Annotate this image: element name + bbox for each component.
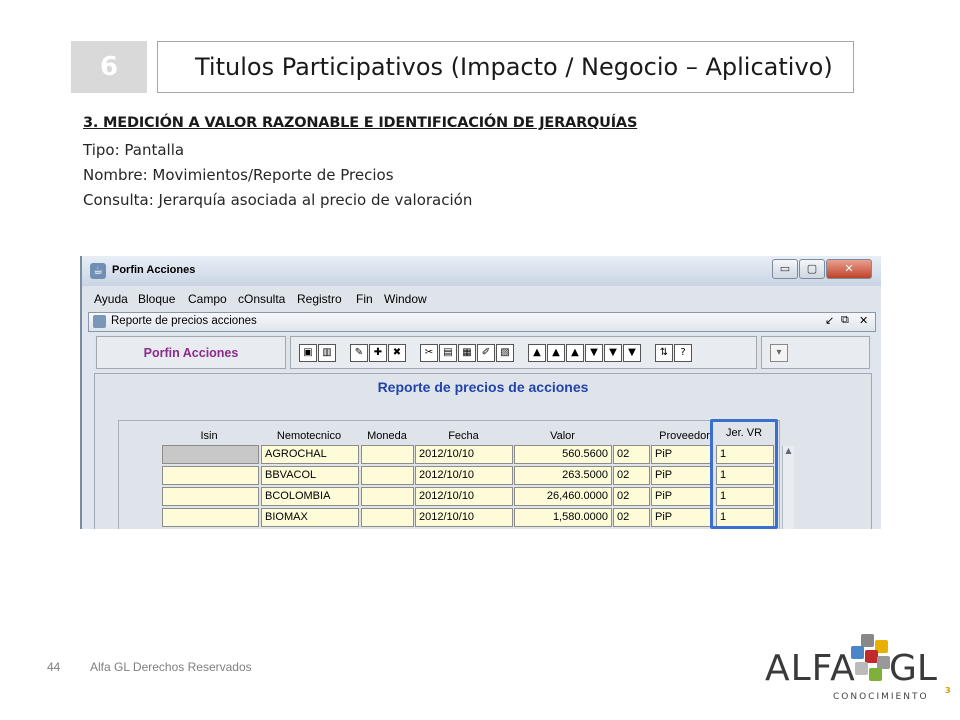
- menu-bar: Ayuda Bloque Campo cOnsulta Registro Fin…: [82, 286, 881, 312]
- cell-nemotecnico[interactable]: BIOMAX: [261, 508, 359, 527]
- cell-moneda[interactable]: [361, 466, 414, 485]
- info-nombre: Nombre: Movimientos/Reporte de Precios: [83, 166, 394, 184]
- copy-icon[interactable]: ▤: [439, 344, 457, 362]
- child-minimize-button[interactable]: ↙: [825, 314, 834, 327]
- cell-proveedor-code[interactable]: 02: [613, 487, 650, 506]
- app-window: ☕ Porfin Acciones ▭ ▢ ✕ Ayuda Bloque Cam…: [80, 256, 881, 529]
- logo-cube-icon: [849, 632, 891, 690]
- cell-isin[interactable]: [162, 508, 259, 527]
- cell-proveedor-name[interactable]: PiP: [651, 466, 713, 485]
- col-header-fecha: Fecha: [448, 430, 479, 442]
- col-header-jer-vr: Jer. VR: [725, 427, 763, 439]
- right-panel: ▾: [761, 336, 870, 369]
- jerarquia-highlight: Jer. VR: [710, 419, 778, 529]
- col-header-isin: Isin: [200, 430, 218, 442]
- next-block-icon[interactable]: ▼: [604, 344, 622, 362]
- page-number: 44: [47, 660, 61, 674]
- cell-nemotecnico[interactable]: AGROCHAL: [261, 445, 359, 464]
- menu-consulta[interactable]: cOnsulta: [238, 292, 285, 306]
- slide-number: 6: [71, 41, 147, 93]
- logo-conocimiento: CONOCIMIENTO: [833, 692, 929, 702]
- exit-icon[interactable]: ▥: [318, 344, 336, 362]
- toolbar-row: Porfin Acciones ▣ ▥ ✎ ✚ ✖ ✂ ▤ ▦ ✐ ▧ ▲ ▲ ▲ ▼ ▼ ▼ ⇅? ▾: [94, 335, 872, 371]
- cell-nemotecnico[interactable]: BCOLOMBIA: [261, 487, 359, 506]
- logo-gl: GL: [889, 648, 937, 689]
- cell-moneda[interactable]: [361, 445, 414, 464]
- toolbar: ▣ ▥ ✎ ✚ ✖ ✂ ▤ ▦ ✐ ▧ ▲ ▲ ▲ ▼ ▼ ▼ ⇅?: [290, 336, 757, 369]
- child-close-button[interactable]: ✕: [859, 314, 868, 327]
- menu-ayuda[interactable]: Ayuda: [94, 292, 128, 306]
- window-titlebar: ☕ Porfin Acciones ▭ ▢ ✕: [82, 256, 881, 286]
- app-label: Porfin Acciones: [96, 336, 286, 369]
- logo-superscript: 3: [945, 686, 951, 695]
- cell-proveedor-code[interactable]: 02: [613, 508, 650, 527]
- paste-icon[interactable]: ▦: [458, 344, 476, 362]
- java-app-icon: ☕: [90, 263, 106, 279]
- help-icon[interactable]: ?: [674, 344, 692, 362]
- cell-proveedor-code[interactable]: 02: [613, 466, 650, 485]
- form-icon: [93, 315, 106, 328]
- child-window-titlebar: Reporte de precios acciones ↙ ⧉ ✕: [88, 312, 876, 332]
- section-heading: 3. MEDICIÓN A VALOR RAZONABLE E IDENTIFI…: [83, 115, 638, 131]
- col-header-nemotecnico: Nemotecnico: [276, 430, 342, 442]
- cell-fecha[interactable]: 2012/10/10: [415, 445, 513, 464]
- close-button[interactable]: ✕: [826, 259, 872, 279]
- slide-title: Titulos Participativos (Impacto / Negoci…: [195, 53, 833, 81]
- cell-isin[interactable]: [162, 487, 259, 506]
- alfa-gl-logo: ALFA GL CONOCIMIENTO 3: [765, 632, 955, 712]
- cell-proveedor-name[interactable]: PiP: [651, 445, 713, 464]
- menu-window[interactable]: Window: [384, 292, 427, 306]
- menu-registro[interactable]: Registro: [297, 292, 342, 306]
- logo-alfa: ALFA: [765, 648, 856, 689]
- cell-proveedor-code[interactable]: 02: [613, 445, 650, 464]
- prev-block-icon[interactable]: ▲: [547, 344, 565, 362]
- add-icon[interactable]: ✚: [369, 344, 387, 362]
- info-consulta: Consulta: Jerarquía asociada al precio d…: [83, 191, 473, 209]
- print-icon[interactable]: ▧: [496, 344, 514, 362]
- dropdown-icon[interactable]: ▾: [770, 344, 788, 362]
- menu-bloque[interactable]: Bloque: [138, 292, 175, 306]
- cell-nemotecnico[interactable]: BBVACOL: [261, 466, 359, 485]
- refresh-icon[interactable]: ⇅: [655, 344, 673, 362]
- child-window-title: Reporte de precios acciones: [111, 315, 257, 327]
- col-header-moneda: Moneda: [367, 430, 407, 442]
- edit-icon[interactable]: ✐: [477, 344, 495, 362]
- cut-icon[interactable]: ✂: [420, 344, 438, 362]
- col-header-valor: Valor: [550, 430, 575, 442]
- cell-fecha[interactable]: 2012/10/10: [415, 487, 513, 506]
- cell-moneda[interactable]: [361, 508, 414, 527]
- cell-fecha[interactable]: 2012/10/10: [415, 466, 513, 485]
- cell-moneda[interactable]: [361, 487, 414, 506]
- maximize-button[interactable]: ▢: [799, 259, 825, 279]
- first-icon[interactable]: ▲: [528, 344, 546, 362]
- form-title: Reporte de precios de acciones: [377, 379, 589, 395]
- child-restore-button[interactable]: ⧉: [841, 314, 849, 327]
- open-icon[interactable]: ✎: [350, 344, 368, 362]
- cell-fecha[interactable]: 2012/10/10: [415, 508, 513, 527]
- cell-valor[interactable]: 560.5600: [514, 445, 612, 464]
- save-icon[interactable]: ▣: [299, 344, 317, 362]
- minimize-button[interactable]: ▭: [772, 259, 798, 279]
- grid-scrollbar[interactable]: ▲: [782, 446, 794, 529]
- delete-icon[interactable]: ✖: [388, 344, 406, 362]
- cell-proveedor-name[interactable]: PiP: [651, 487, 713, 506]
- next-icon[interactable]: ▼: [585, 344, 603, 362]
- cell-valor[interactable]: 263.5000: [514, 466, 612, 485]
- window-title: Porfin Acciones: [112, 264, 196, 276]
- last-icon[interactable]: ▼: [623, 344, 641, 362]
- menu-fin[interactable]: Fin: [356, 292, 373, 306]
- menu-campo[interactable]: Campo: [188, 292, 227, 306]
- cell-isin[interactable]: [162, 466, 259, 485]
- footer-text: Alfa GL Derechos Reservados: [90, 660, 252, 674]
- cell-valor[interactable]: 1,580.0000: [514, 508, 612, 527]
- cell-proveedor-name[interactable]: PiP: [651, 508, 713, 527]
- prev-icon[interactable]: ▲: [566, 344, 584, 362]
- cell-valor[interactable]: 26,460.0000: [514, 487, 612, 506]
- info-tipo: Tipo: Pantalla: [83, 141, 185, 159]
- slide-title-box: Titulos Participativos (Impacto / Negoci…: [157, 41, 854, 93]
- cell-isin[interactable]: [162, 445, 259, 464]
